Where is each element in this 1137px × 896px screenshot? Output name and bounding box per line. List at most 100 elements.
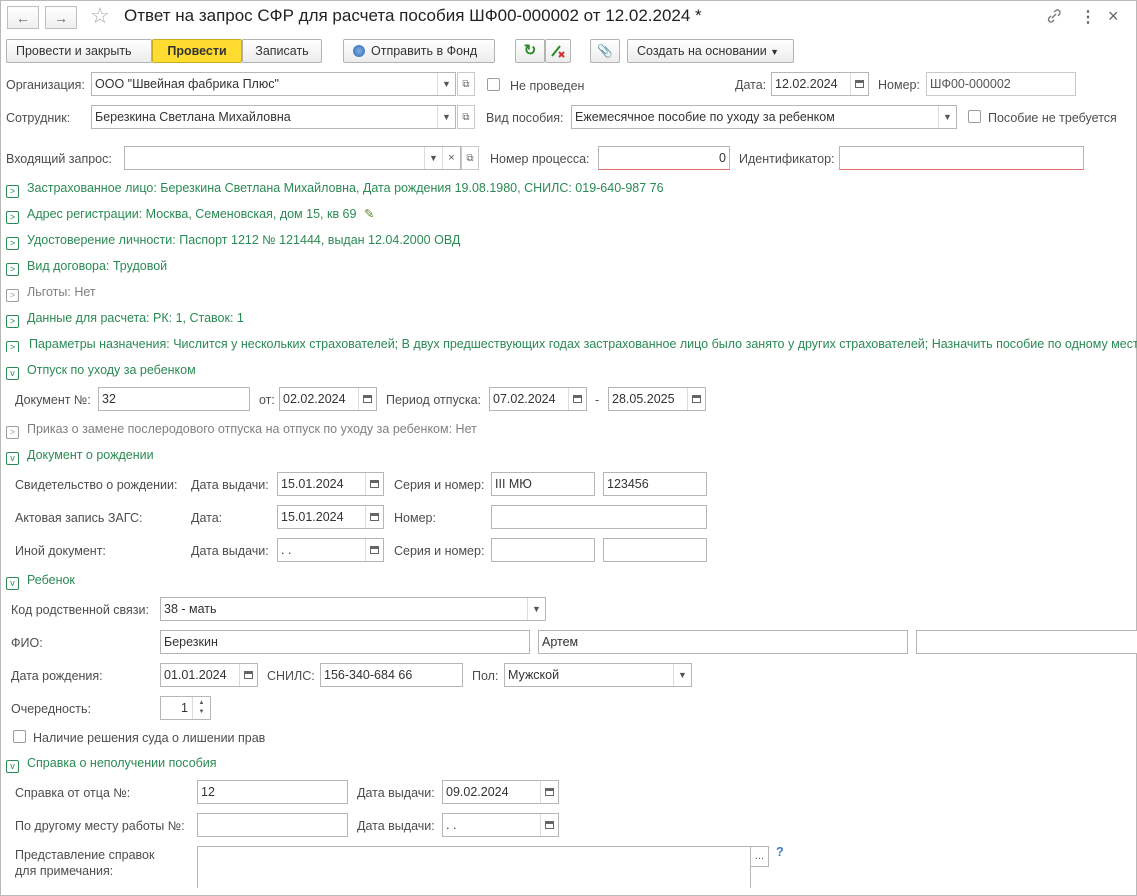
act-number-field[interactable] xyxy=(491,505,707,529)
child-snils-field[interactable]: 156-340-684 66 xyxy=(320,663,463,687)
group-certificate[interactable]: v Справка о неполучении пособия xyxy=(6,755,217,773)
act-date-field[interactable]: 15.01.2024 xyxy=(277,505,384,529)
group-child[interactable]: v Ребенок xyxy=(6,572,75,590)
father-cert-field[interactable]: 12 xyxy=(197,780,348,804)
help-icon[interactable]: ? xyxy=(776,845,784,859)
group-params[interactable]: > Параметры назначения: Числится у нескол… xyxy=(6,336,1137,352)
child-sex-field[interactable]: Мужской ▼ xyxy=(504,663,692,687)
send-to-fund-button[interactable]: Отправить в Фонд xyxy=(343,39,495,63)
group-contract-label: Вид договора: Трудовой xyxy=(27,259,168,273)
birth-cert-series-field[interactable]: III МЮ xyxy=(491,472,595,496)
birth-cert-number-field[interactable]: 123456 xyxy=(603,472,707,496)
org-open-icon[interactable]: ⧉ xyxy=(457,72,475,96)
group-benefits[interactable]: > Льготы: Нет xyxy=(6,284,96,302)
other-work-field[interactable] xyxy=(197,813,348,837)
child-birth-field[interactable]: 01.01.2024 xyxy=(160,663,258,687)
post-and-close-button[interactable]: Провести и закрыть xyxy=(6,39,152,63)
incoming-open-icon[interactable]: ⧉ xyxy=(461,146,479,170)
child-sex-dropdown-icon[interactable]: ▼ xyxy=(673,664,691,686)
relation-label: Код родственной связи: xyxy=(11,603,149,617)
other-work-date-field[interactable]: . . xyxy=(442,813,559,837)
calendar-icon[interactable] xyxy=(239,664,257,686)
incoming-field[interactable]: ▼ × xyxy=(124,146,461,170)
child-last-name-field[interactable]: Березкин xyxy=(160,630,530,654)
birth-cert-series-label: Серия и номер: xyxy=(394,478,485,492)
no-benefit-checkbox[interactable] xyxy=(968,110,981,123)
act-number-label: Номер: xyxy=(394,511,436,525)
act-date-label: Дата: xyxy=(191,511,223,525)
create-based-on-button[interactable]: Создать на основании ▼ xyxy=(627,39,794,63)
benefit-type-field[interactable]: Ежемесячное пособие по уходу за ребенком… xyxy=(571,105,957,129)
leave-from-label: от: xyxy=(259,393,275,407)
leave-doc-field[interactable]: 32 xyxy=(98,387,250,411)
attach-button[interactable]: 📎 xyxy=(590,39,620,63)
group-calc-label: Данные для расчета: РК: 1, Ставок: 1 xyxy=(27,311,244,325)
calendar-icon[interactable] xyxy=(687,388,705,410)
favorite-star-icon[interactable]: ☆ xyxy=(90,3,110,29)
number-field[interactable]: ШФ00-000002 xyxy=(926,72,1076,96)
benefit-type-dropdown-icon[interactable]: ▼ xyxy=(938,106,956,128)
other-doc-series-field[interactable] xyxy=(491,538,595,562)
other-doc-number-field[interactable] xyxy=(603,538,707,562)
date-field[interactable]: 12.02.2024 xyxy=(771,72,869,96)
other-doc-date-field[interactable]: . . xyxy=(277,538,384,562)
court-decision-checkbox[interactable] xyxy=(13,730,26,743)
stepper-icon[interactable]: ▲ ▼ xyxy=(192,697,210,719)
group-identity[interactable]: > Удостоверение личности: Паспорт 1212 № … xyxy=(6,232,460,250)
employee-dropdown-icon[interactable]: ▼ xyxy=(437,106,455,128)
child-middle-name-field[interactable] xyxy=(916,630,1137,654)
calendar-icon[interactable] xyxy=(358,388,376,410)
post-button[interactable]: Провести xyxy=(152,39,242,63)
calendar-icon[interactable] xyxy=(365,473,383,495)
relation-dropdown-icon[interactable]: ▼ xyxy=(527,598,545,620)
pencil-icon[interactable]: ✎ xyxy=(364,207,374,221)
link-icon[interactable] xyxy=(1046,8,1062,24)
group-contract[interactable]: > Вид договора: Трудовой xyxy=(6,258,168,276)
send-label: Отправить в Фонд xyxy=(371,44,478,58)
leave-period-start-field[interactable]: 07.02.2024 xyxy=(489,387,587,411)
process-field[interactable]: 0 xyxy=(598,146,730,170)
child-order-field[interactable]: 1 ▲ ▼ xyxy=(160,696,211,720)
org-value: ООО "Швейная фабрика Плюс" xyxy=(95,77,279,91)
forward-button[interactable]: → xyxy=(45,6,77,29)
calendar-icon[interactable] xyxy=(365,539,383,561)
group-calc[interactable]: > Данные для расчета: РК: 1, Ставок: 1 xyxy=(6,310,244,328)
note-select-button[interactable]: ... xyxy=(750,846,769,867)
child-birth-value: 01.01.2024 xyxy=(164,668,227,682)
id-field[interactable] xyxy=(839,146,1084,170)
incoming-clear-icon[interactable]: × xyxy=(442,147,460,169)
calendar-icon[interactable] xyxy=(568,388,586,410)
org-dropdown-icon[interactable]: ▼ xyxy=(437,73,455,95)
refresh-button[interactable]: ↻ xyxy=(515,39,545,63)
note-textarea[interactable] xyxy=(197,846,751,888)
court-decision-label: Наличие решения суда о лишении прав xyxy=(33,731,266,745)
leave-period-end-field[interactable]: 28.05.2025 xyxy=(608,387,706,411)
calendar-icon[interactable] xyxy=(540,781,558,803)
father-cert-date-field[interactable]: 09.02.2024 xyxy=(442,780,559,804)
employee-field[interactable]: Березкина Светлана Михайловна ▼ xyxy=(91,105,456,129)
more-menu-icon[interactable]: ⋮ xyxy=(1080,7,1096,27)
back-button[interactable]: ← xyxy=(7,6,39,29)
group-address[interactable]: > Адрес регистрации: Москва, Семеновская,… xyxy=(6,206,374,224)
calendar-icon[interactable] xyxy=(850,73,868,95)
incoming-dropdown-icon[interactable]: ▼ xyxy=(424,147,442,169)
calendar-icon[interactable] xyxy=(540,814,558,836)
window-title: Ответ на запрос СФР для расчета пособия … xyxy=(124,6,702,25)
unpost-button[interactable] xyxy=(545,39,571,63)
close-icon[interactable]: × xyxy=(1108,6,1119,27)
group-leave[interactable]: v Отпуск по уходу за ребенком xyxy=(6,362,196,380)
child-first-name-field[interactable]: Артем xyxy=(538,630,908,654)
other-doc-label: Иной документ: xyxy=(15,544,106,558)
group-order[interactable]: > Приказ о замене послеродового отпуска н… xyxy=(6,421,477,439)
employee-open-icon[interactable]: ⧉ xyxy=(457,105,475,129)
benefit-type-value: Ежемесячное пособие по уходу за ребенком xyxy=(575,110,835,124)
group-birth-doc[interactable]: v Документ о рождении xyxy=(6,447,154,465)
save-button[interactable]: Записать xyxy=(242,39,322,63)
child-order-value: 1 xyxy=(181,701,188,715)
calendar-icon[interactable] xyxy=(365,506,383,528)
relation-field[interactable]: 38 - мать ▼ xyxy=(160,597,546,621)
leave-from-field[interactable]: 02.02.2024 xyxy=(279,387,377,411)
birth-cert-date-field[interactable]: 15.01.2024 xyxy=(277,472,384,496)
group-insured[interactable]: > Застрахованное лицо: Березкина Светлана… xyxy=(6,180,664,198)
org-field[interactable]: ООО "Швейная фабрика Плюс" ▼ xyxy=(91,72,456,96)
